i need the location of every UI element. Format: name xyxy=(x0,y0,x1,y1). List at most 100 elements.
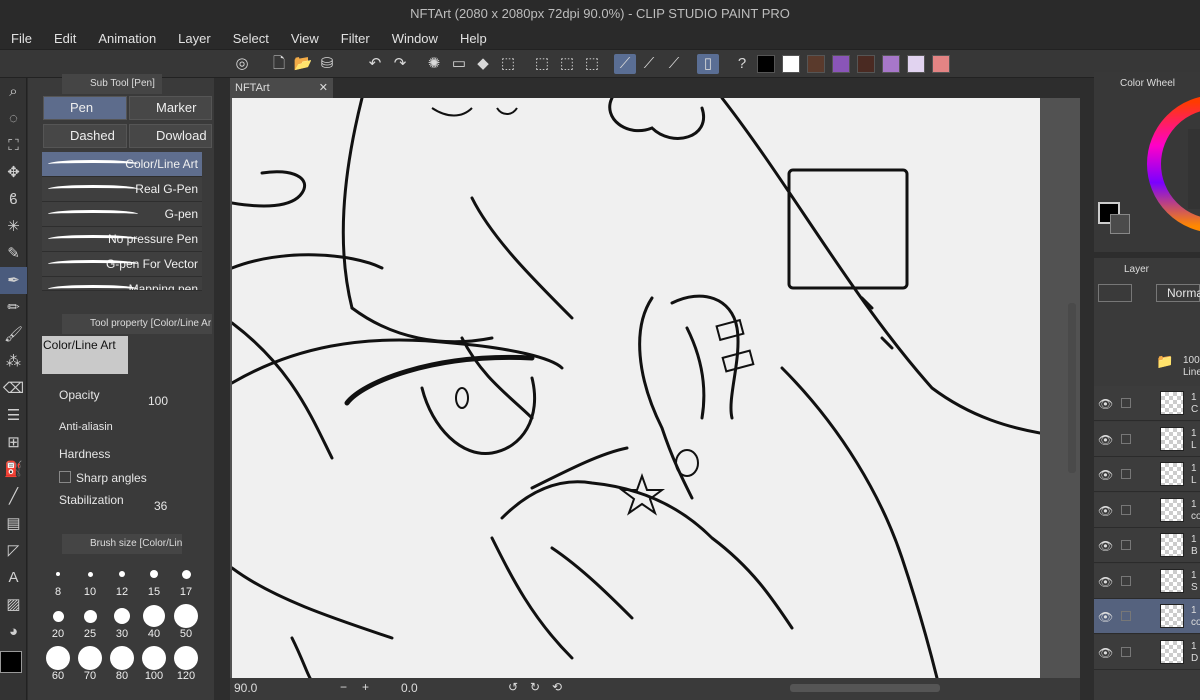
layer-row[interactable]: 👁 1 B xyxy=(1094,528,1200,563)
blend-mode-select[interactable]: Normal xyxy=(1156,284,1200,302)
zoom-value[interactable]: 90.0 xyxy=(234,681,257,695)
loading-icon[interactable]: ✺ xyxy=(423,54,445,74)
color-swatch-6[interactable] xyxy=(882,55,900,73)
pen-icon[interactable]: ✒ xyxy=(0,267,27,294)
drawing-canvas[interactable] xyxy=(230,98,1042,678)
rotation-value[interactable]: 0.0 xyxy=(401,681,418,695)
menu-window[interactable]: Window xyxy=(392,31,438,46)
background-color-chip[interactable] xyxy=(1110,214,1130,234)
layer-lock-checkbox[interactable] xyxy=(1121,433,1131,444)
brush-item-real-g-pen[interactable]: Real G-Pen xyxy=(42,177,202,202)
snap-ruler-icon[interactable]: ⟋ xyxy=(614,54,636,74)
subtool-panel-title[interactable]: Sub Tool [Pen] xyxy=(62,74,162,94)
document-tab[interactable]: NFTArt ✕ xyxy=(230,78,333,98)
fill-icon[interactable]: ◆ xyxy=(472,54,494,74)
brush-item-no-pressure-pen[interactable]: No pressure Pen xyxy=(42,227,202,252)
brush-size-option[interactable]: 120 xyxy=(170,646,202,682)
brush-size-option[interactable]: 12 xyxy=(106,562,138,598)
eye-icon[interactable]: 👁 xyxy=(1098,539,1113,553)
brush-size-option[interactable]: 17 xyxy=(170,562,202,598)
airbrush-icon[interactable]: ⁂ xyxy=(0,348,27,375)
layer-lock-checkbox[interactable] xyxy=(1121,469,1131,479)
layer-lock-checkbox[interactable] xyxy=(1121,540,1131,550)
menu-edit[interactable]: Edit xyxy=(54,31,76,46)
layer-lock-checkbox[interactable] xyxy=(1121,504,1131,515)
help-icon[interactable]: ? xyxy=(731,54,753,74)
open-file-icon[interactable]: 📂 xyxy=(292,54,314,74)
brush-item-g-pen[interactable]: G-pen xyxy=(42,202,202,227)
brush-item-color-line-art[interactable]: Color/Line Art xyxy=(42,152,202,177)
eraser-icon[interactable]: ⌫ xyxy=(0,375,27,402)
smartphone-icon[interactable]: ▯ xyxy=(697,54,719,74)
selection-icon[interactable]: ◌ xyxy=(0,105,27,132)
brush-size-option[interactable]: 30 xyxy=(106,604,138,640)
layer-color-select[interactable] xyxy=(1098,284,1132,302)
layer-row[interactable]: 👁 1 S xyxy=(1094,563,1200,599)
opacity-value[interactable]: 100 xyxy=(148,394,168,408)
color-swatch-1[interactable] xyxy=(757,55,775,73)
rotate-left-icon[interactable]: ↺ xyxy=(508,680,518,694)
color-swatch-3[interactable] xyxy=(807,55,825,73)
menu-filter[interactable]: Filter xyxy=(341,31,370,46)
zoom-in-icon[interactable]: + xyxy=(362,680,369,694)
toolprop-panel-title[interactable]: Tool property [Color/Line Ar xyxy=(62,314,212,334)
eyedropper-icon[interactable]: ✎ xyxy=(0,240,27,267)
brush-item-g-pen-vector[interactable]: G-pen For Vector xyxy=(42,252,202,277)
invert-selection-icon[interactable]: ⬚ xyxy=(556,54,578,74)
eye-icon[interactable]: 👁 xyxy=(1098,610,1113,624)
deselect-icon[interactable]: ⬚ xyxy=(531,54,553,74)
layer-row[interactable]: 👁 1 L xyxy=(1094,457,1200,492)
ruler-icon[interactable]: ◸ xyxy=(0,537,27,564)
move-icon[interactable]: ✥ xyxy=(0,159,27,186)
pencil-icon[interactable]: ✏ xyxy=(0,294,27,321)
menu-animation[interactable]: Animation xyxy=(98,31,156,46)
color-swatch-2[interactable] xyxy=(782,55,800,73)
layer-row[interactable]: 👁 1 co xyxy=(1094,599,1200,634)
layer-lock-checkbox[interactable] xyxy=(1121,398,1131,408)
layer-row[interactable]: 👁 1 co xyxy=(1094,492,1200,528)
brush-size-option[interactable]: 80 xyxy=(106,646,138,682)
canvas-vertical-scrollbar[interactable] xyxy=(1068,303,1076,473)
brush-item-mapping-pen[interactable]: Mapping pen xyxy=(42,277,202,291)
eye-icon[interactable]: 👁 xyxy=(1098,433,1113,447)
color-swatch-7[interactable] xyxy=(907,55,925,73)
brush-size-option[interactable]: 70 xyxy=(74,646,106,682)
clear-icon[interactable]: ▭ xyxy=(448,54,470,74)
menu-file[interactable]: File xyxy=(11,31,32,46)
eye-icon[interactable]: 👁 xyxy=(1098,468,1113,482)
menu-help[interactable]: Help xyxy=(460,31,487,46)
subtool-tab-download[interactable]: Dowload xyxy=(129,124,212,148)
undo-icon[interactable]: ↶ xyxy=(364,54,386,74)
color-wheel[interactable] xyxy=(1146,94,1200,234)
gradient-icon[interactable]: ▨ xyxy=(0,591,27,618)
close-tab-icon[interactable]: ✕ xyxy=(319,78,328,98)
brush-size-option[interactable]: 100 xyxy=(138,646,170,682)
eye-icon[interactable]: 👁 xyxy=(1098,646,1113,660)
figure-icon[interactable]: ⊞ xyxy=(0,429,27,456)
layer-row[interactable]: 👁 1 D xyxy=(1094,634,1200,670)
color-swatch-4[interactable] xyxy=(832,55,850,73)
new-file-icon[interactable]: 🗋 xyxy=(268,54,290,74)
subtool-tab-dashed[interactable]: Dashed ro xyxy=(43,124,127,148)
subtool-tab-marker[interactable]: Marker xyxy=(129,96,212,120)
line-icon[interactable]: ╱ xyxy=(0,483,27,510)
text-icon[interactable]: A xyxy=(0,564,27,591)
eye-icon[interactable]: 👁 xyxy=(1098,397,1113,411)
balloon-icon[interactable]: ◕ xyxy=(0,618,27,645)
eye-icon[interactable]: 👁 xyxy=(1098,575,1113,589)
color-swatch-5[interactable] xyxy=(857,55,875,73)
folder-name-line1[interactable]: 100 xyxy=(1183,355,1200,366)
sharp-angles-checkbox[interactable] xyxy=(59,471,71,483)
zoom-out-icon[interactable]: − xyxy=(340,680,347,694)
magic-wand-icon[interactable]: ✳ xyxy=(0,213,27,240)
lasso-icon[interactable]: ϐ xyxy=(0,186,27,213)
stabilization-value[interactable]: 36 xyxy=(154,499,167,513)
brush-icon[interactable]: 🖌 xyxy=(0,321,27,348)
main-color-chip[interactable] xyxy=(0,651,22,673)
snap-special-ruler-icon[interactable]: ⟋ xyxy=(638,54,660,74)
eye-icon[interactable]: 👁 xyxy=(1098,504,1113,518)
zoom-icon[interactable]: ⌕ xyxy=(0,78,27,105)
folder-name-line2[interactable]: Line xyxy=(1183,367,1200,378)
reset-rotation-icon[interactable]: ⟲ xyxy=(552,680,562,694)
subtool-tab-pen[interactable]: Pen xyxy=(43,96,127,120)
